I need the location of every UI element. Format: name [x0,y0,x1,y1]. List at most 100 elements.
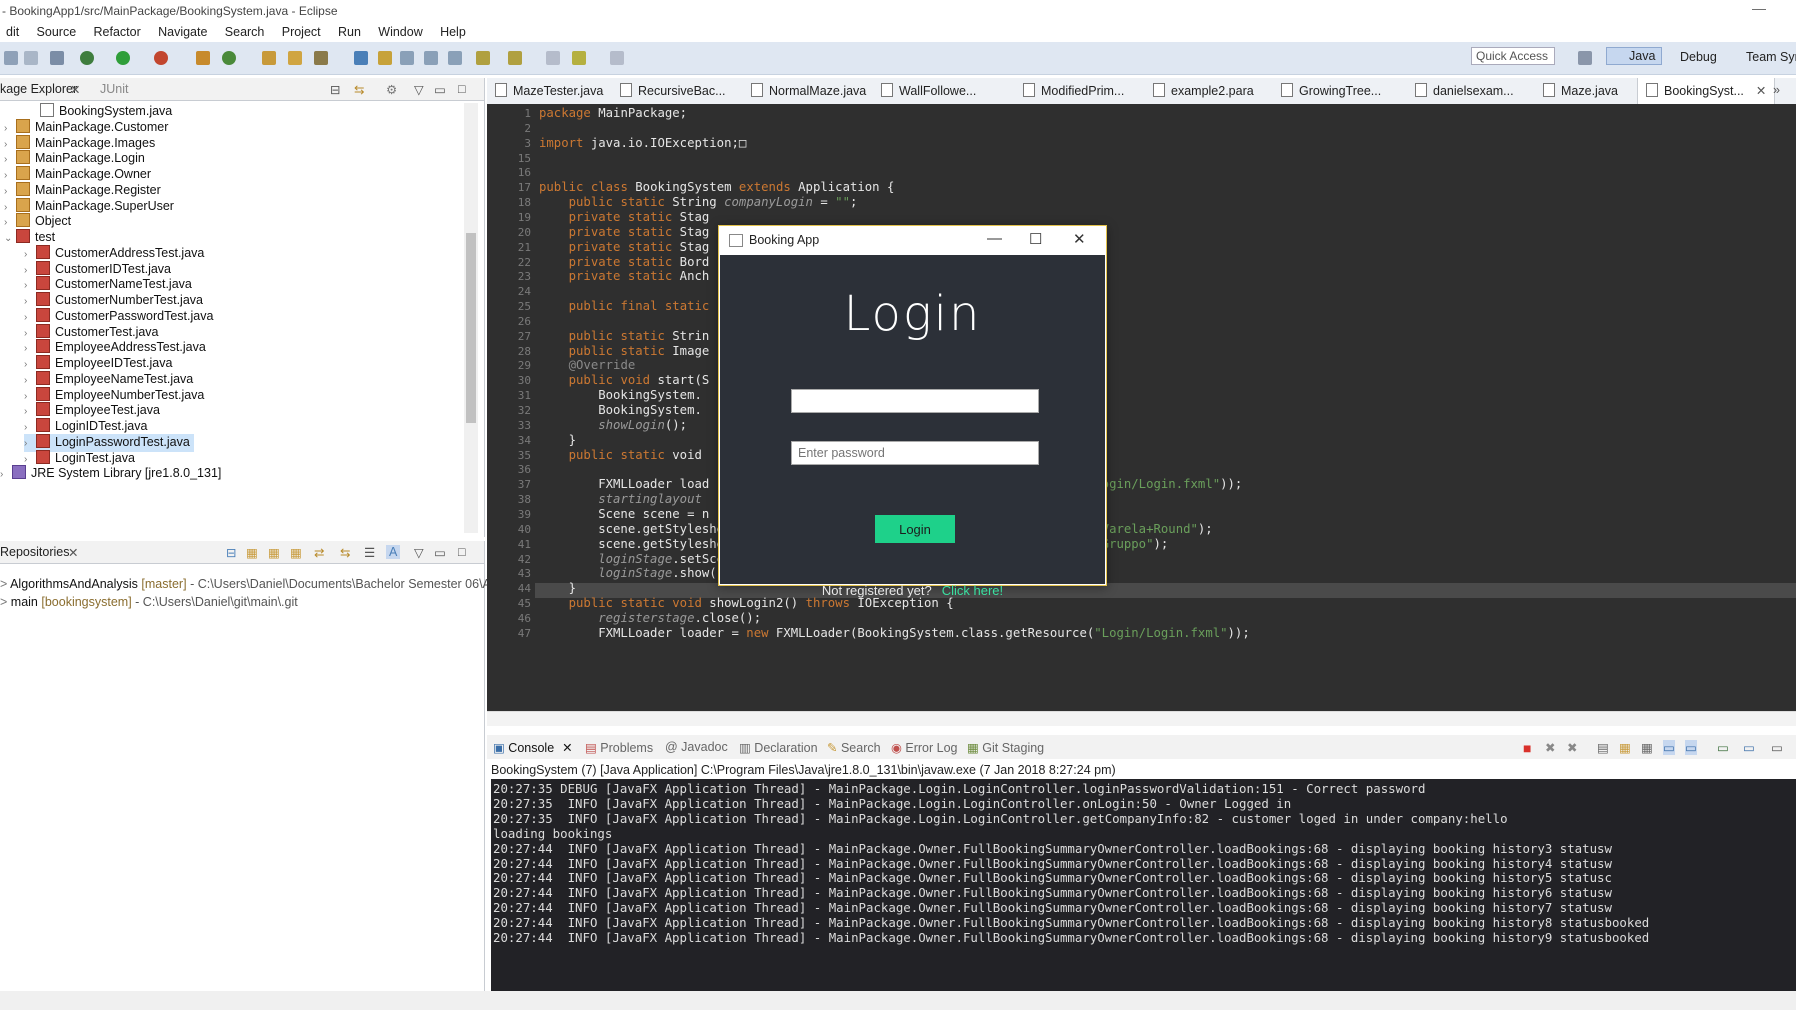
close-icon[interactable]: ✕ [70,82,80,97]
menu-refactor[interactable]: Refactor [88,22,149,39]
collapse-all-icon[interactable]: ⊟ [226,545,236,560]
repo-item[interactable]: > AlgorithmsAndAnalysis [master] - C:\Us… [0,577,501,591]
code-line[interactable]: public class BookingSystem extends Appli… [539,180,894,194]
expand-icon[interactable]: › [24,312,36,323]
word-wrap-icon[interactable]: ▦ [1641,740,1653,755]
minimize-view-icon[interactable]: ▭ [434,545,446,560]
code-line[interactable]: registerstage.close(); [539,611,761,625]
code-line[interactable]: private static Stag [539,240,710,254]
menu-run[interactable]: Run [332,22,369,39]
code-line[interactable]: } [539,433,576,447]
tab-declaration[interactable]: ▥ Declaration [739,740,818,755]
close-icon[interactable]: ✕ [1073,230,1086,248]
code-line[interactable]: private static Anch [539,269,710,283]
tree-item[interactable]: › JRE System Library [jre1.8.0_131] [0,465,221,483]
code-line[interactable]: startinglayout [539,492,702,506]
close-icon[interactable]: ✕ [68,545,78,560]
link-editor-icon[interactable]: ⇆ [340,545,350,560]
expand-icon[interactable]: ⌄ [4,233,16,244]
toggle-mark-icon[interactable] [354,51,368,65]
clear-console-icon[interactable]: ▤ [1597,740,1609,755]
filter-icon[interactable]: A [386,545,401,559]
login-button[interactable]: Login [875,515,955,543]
display-console-icon[interactable]: ▭ [1743,740,1755,755]
code-line[interactable]: import java.io.IOException;□ [539,136,746,150]
menu-window[interactable]: Window [372,22,430,39]
open-type-icon[interactable] [262,51,276,65]
tab-junit[interactable]: JUnit [100,82,128,96]
console-output[interactable]: 20:27:35 DEBUG [JavaFX Application Threa… [491,779,1796,991]
debug-icon[interactable] [80,51,94,65]
expand-icon[interactable]: › [24,454,36,465]
tab-console[interactable]: ▣ Console ✕ [493,740,573,755]
tree-scroll-thumb[interactable] [466,233,476,423]
username-field[interactable] [791,389,1039,413]
expand-icon[interactable]: › [24,280,36,291]
open-console-icon[interactable]: ▭ [1771,740,1783,755]
search-tool-icon[interactable] [314,51,328,65]
remove-all-icon[interactable]: ✖ [1567,740,1577,755]
repo-item[interactable]: > main [bookingsystem] - C:\Users\Daniel… [0,595,298,609]
editor-tab[interactable]: danielsexam... [1415,83,1514,98]
expand-icon[interactable]: › [24,422,36,433]
tab-repositories[interactable]: Repositories [0,545,69,559]
editor-tab[interactable]: MazeTester.java [495,83,603,98]
highlight-icon[interactable] [378,51,392,65]
expand-icon[interactable]: › [24,438,36,449]
code-line[interactable]: BookingSystem. [539,388,702,402]
hierarchical-icon[interactable]: ☰ [364,545,375,560]
expand-icon[interactable]: › [4,186,16,197]
expand-icon[interactable]: › [24,359,36,370]
maximize-view-icon[interactable]: □ [458,82,466,96]
expand-icon[interactable]: › [4,202,16,213]
editor-tab[interactable]: RecursiveBac... [620,83,726,98]
menu-search[interactable]: Search [219,22,273,39]
code-line[interactable]: public static Image [539,344,710,358]
show-whitespace-icon[interactable] [400,51,414,65]
open-perspective-icon[interactable] [1578,51,1592,65]
last-edit-icon[interactable] [546,51,560,65]
code-line[interactable]: public static void [539,448,702,462]
code-editor[interactable]: 1 2 3 15 16 17 18 19 20 21 22 23 24 25 26 27 28 29 30 31 32 3… [487,104,1796,711]
password-field[interactable] [791,441,1039,465]
code-line[interactable]: private static Bord [539,255,710,269]
expand-icon[interactable]: › [4,217,16,228]
expand-icon[interactable]: › [24,328,36,339]
code-line[interactable]: Scene scene = n [539,507,709,521]
expand-icon[interactable]: › [4,139,16,150]
next-annotation-icon[interactable] [476,51,490,65]
new-class-icon[interactable] [222,51,236,65]
expand-icon[interactable]: › [24,343,36,354]
expand-icon[interactable]: › [24,296,36,307]
show-on-output-icon[interactable]: ▭ [1663,740,1675,755]
tab-search[interactable]: ✎ Search [827,740,881,755]
minimize-icon[interactable]: — [1752,0,1766,16]
menu-source[interactable]: Source [31,22,85,39]
code-line[interactable]: private static Stag [539,225,710,239]
paragraph-icon[interactable] [448,51,462,65]
editor-tab-active[interactable]: BookingSyst... ✕ [1637,78,1776,104]
menu-project[interactable]: Project [276,22,329,39]
editor-hscrollbar[interactable] [487,711,1796,726]
code-line[interactable]: package MainPackage; [539,106,687,120]
expand-icon[interactable]: > [0,577,10,591]
tab-problems[interactable]: ▤ Problems [585,740,653,755]
register-link[interactable]: Click here! [942,583,1003,598]
code-line[interactable]: showLogin(); [539,418,687,432]
expand-icon[interactable]: › [24,375,36,386]
tab-javadoc[interactable]: @ Javadoc [665,740,728,754]
close-icon[interactable]: ✕ [1756,84,1766,98]
fetch-icon[interactable]: ⇄ [314,545,324,560]
perspective-team[interactable]: Team Syr [1746,50,1796,64]
code-line[interactable]: @Override [539,358,636,372]
back-icon[interactable] [572,51,586,65]
collapse-all-icon[interactable]: ⊟ [330,82,340,97]
new-java-project-icon[interactable] [196,51,210,65]
show-on-error-icon[interactable]: ▭ [1685,740,1697,755]
tab-package-explorer[interactable]: kage Explorer [0,82,77,96]
more-tabs-icon[interactable]: » [1773,83,1780,97]
open-task-icon[interactable] [288,51,302,65]
link-editor-icon[interactable]: ⇆ [354,82,364,97]
perspective-debug[interactable]: Debug [1680,50,1717,64]
tree-scrollbar[interactable] [464,103,478,533]
